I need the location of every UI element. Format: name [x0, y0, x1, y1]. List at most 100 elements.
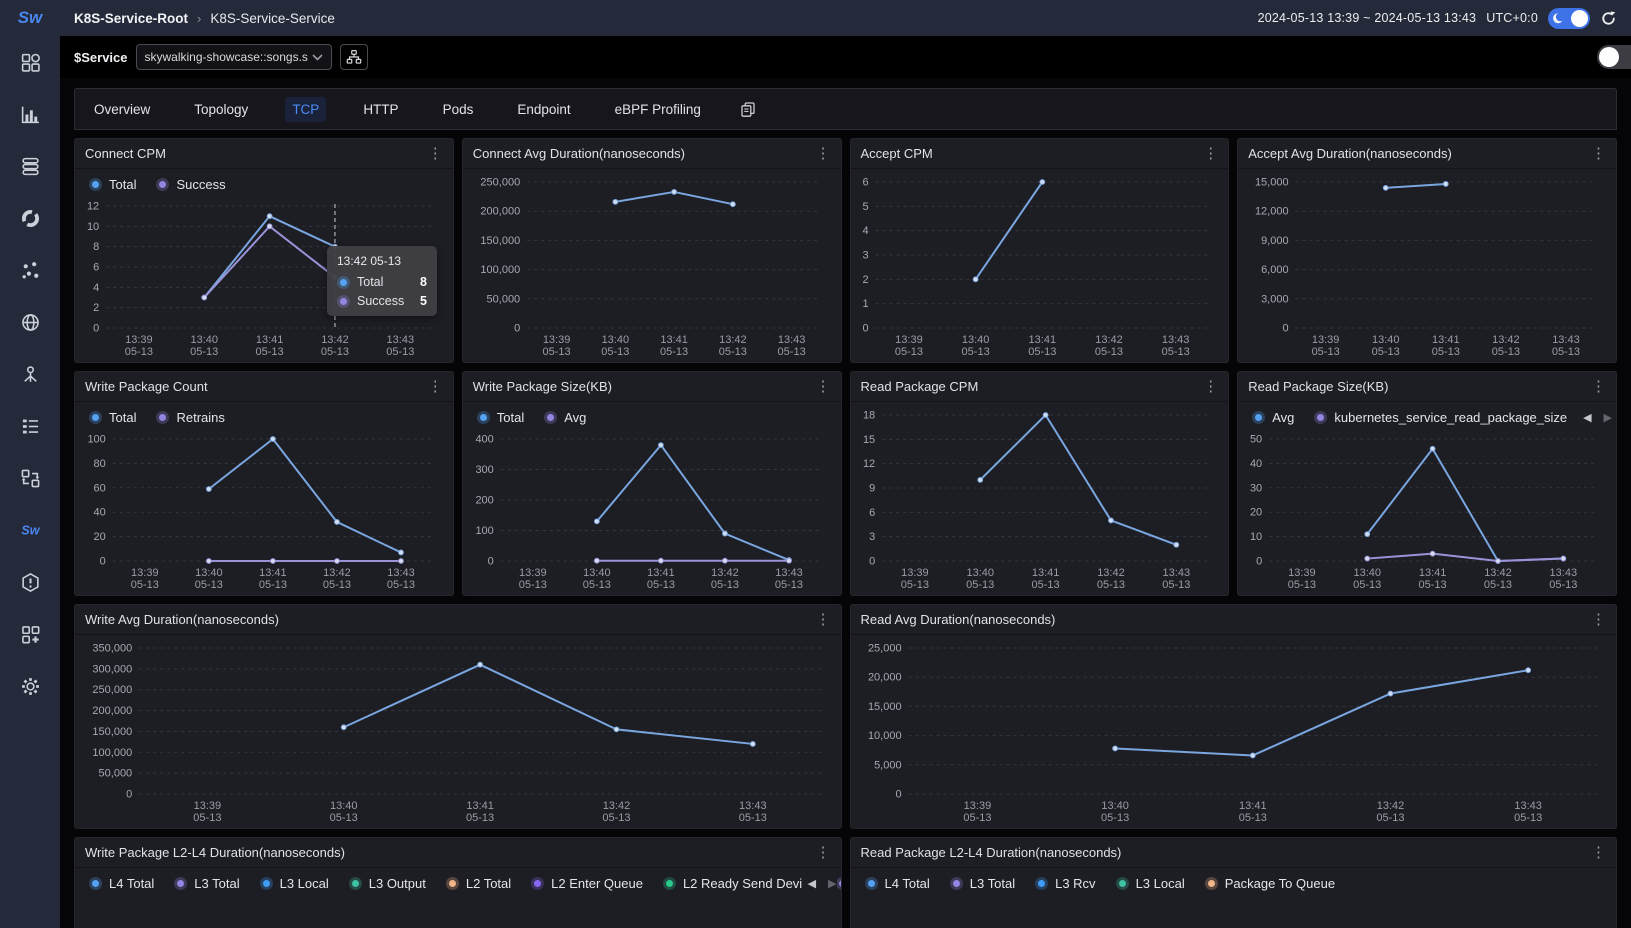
svg-text:0: 0: [862, 323, 868, 335]
svg-text:05-13: 05-13: [195, 579, 223, 591]
legend-item[interactable]: L2 Ready Send Device: [663, 876, 816, 891]
more-menu-icon[interactable]: ⋮: [1203, 379, 1218, 394]
svg-text:13:39: 13:39: [895, 334, 923, 346]
tab-pods[interactable]: Pods: [436, 97, 481, 122]
more-menu-icon[interactable]: ⋮: [1591, 379, 1606, 394]
svg-text:13:40: 13:40: [1101, 800, 1129, 812]
line-chart[interactable]: 03,0006,0009,00012,00015,00013:3905-1313…: [1240, 174, 1610, 360]
tab-ebpf-profiling[interactable]: eBPF Profiling: [608, 97, 708, 122]
more-menu-icon[interactable]: ⋮: [1203, 146, 1218, 161]
sidebar-item-marketplace-icon[interactable]: [0, 608, 60, 660]
sidebar-item-skywalking-icon[interactable]: Sw: [0, 504, 60, 556]
service-topology-button[interactable]: [340, 44, 368, 70]
legend-item[interactable]: Avg: [544, 410, 586, 425]
svg-text:9,000: 9,000: [1261, 235, 1289, 247]
legend-next-icon[interactable]: ▶: [1604, 411, 1612, 424]
more-menu-icon[interactable]: ⋮: [1591, 612, 1606, 627]
breadcrumb-root[interactable]: K8S-Service-Root: [74, 11, 188, 26]
legend-item[interactable]: Retrains: [156, 410, 224, 425]
marketplace-icon: [20, 624, 41, 645]
svg-text:200,000: 200,000: [480, 206, 520, 218]
more-menu-icon[interactable]: ⋮: [816, 845, 831, 860]
tab-tcp[interactable]: TCP: [285, 97, 326, 122]
more-menu-icon[interactable]: ⋮: [816, 146, 831, 161]
more-menu-icon[interactable]: ⋮: [428, 146, 443, 161]
sidebar-item-database-icon[interactable]: [0, 140, 60, 192]
legend-item[interactable]: L2 Enter Queue: [531, 876, 643, 891]
line-chart[interactable]: 050,000100,000150,000200,000250,000300,0…: [77, 640, 835, 826]
tab-topology[interactable]: Topology: [187, 97, 255, 122]
time-range[interactable]: 2024-05-13 13:39 ~ 2024-05-13 13:43: [1258, 11, 1477, 25]
legend-item[interactable]: Success: [156, 177, 225, 192]
legend-item[interactable]: L4 Total: [865, 876, 930, 891]
legend-item[interactable]: L4 Total: [89, 876, 154, 891]
sidebar-item-scatter-icon[interactable]: [0, 244, 60, 296]
line-chart[interactable]: 012345613:3905-1313:4005-1313:4105-1313:…: [853, 174, 1223, 360]
svg-text:5: 5: [862, 201, 868, 213]
more-menu-icon[interactable]: ⋮: [816, 379, 831, 394]
svg-text:05-13: 05-13: [1419, 579, 1447, 591]
line-chart[interactable]: 010020030040013:3905-1313:4005-1313:4105…: [465, 431, 835, 593]
copy-dashboard-icon[interactable]: [740, 101, 756, 117]
legend-item[interactable]: L2 Total: [446, 876, 511, 891]
legend-item[interactable]: L3 Local: [260, 876, 329, 891]
panel-title: Write Package Count: [85, 379, 208, 394]
legend-item[interactable]: Total: [477, 410, 524, 425]
sidebar-item-alert-shield-icon[interactable]: [0, 556, 60, 608]
line-chart[interactable]: 050,000100,000150,000200,000250,00013:39…: [465, 174, 835, 360]
more-menu-icon[interactable]: ⋮: [816, 612, 831, 627]
tab-endpoint[interactable]: Endpoint: [510, 97, 577, 122]
legend-item[interactable]: L3 Total: [950, 876, 1015, 891]
panel-title: Read Package Size(KB): [1248, 379, 1388, 394]
auto-refresh-toggle[interactable]: [1597, 45, 1631, 69]
svg-text:13:42: 13:42: [1492, 334, 1520, 346]
timezone[interactable]: UTC+0:0: [1486, 11, 1538, 25]
line-chart[interactable]: 02040608010013:3905-1313:4005-1313:4105-…: [77, 431, 447, 593]
sidebar-item-bar-chart-icon[interactable]: [0, 88, 60, 140]
legend-item[interactable]: Avg: [1252, 410, 1294, 425]
legend-item[interactable]: L3 Local: [1116, 876, 1185, 891]
svg-text:05-13: 05-13: [966, 579, 994, 591]
legend-prev-icon[interactable]: ◀: [808, 877, 816, 890]
sidebar-item-donut-chart-icon[interactable]: [0, 192, 60, 244]
legend-item[interactable]: kubernetes_service_read_package_size: [1314, 410, 1567, 425]
refresh-icon[interactable]: [1600, 10, 1617, 27]
legend-prev-icon[interactable]: ◀: [1583, 411, 1591, 424]
chart-legend: Avg kubernetes_service_read_package_size ◀…: [1238, 403, 1616, 431]
legend-item[interactable]: L3 Total: [174, 876, 239, 891]
svg-text:13:40: 13:40: [330, 800, 358, 812]
tab-overview[interactable]: Overview: [87, 97, 157, 122]
more-menu-icon[interactable]: ⋮: [1591, 146, 1606, 161]
svg-text:400: 400: [475, 434, 493, 446]
line-chart[interactable]: 05,00010,00015,00020,00025,00013:3905-13…: [853, 640, 1611, 826]
tab-http[interactable]: HTTP: [356, 97, 405, 122]
svg-text:05-13: 05-13: [542, 346, 570, 358]
sidebar-item-globe-icon[interactable]: [0, 296, 60, 348]
service-select[interactable]: skywalking-showcase::songs.s: [136, 44, 332, 70]
sidebar-item-tripod-icon[interactable]: [0, 348, 60, 400]
panel-accept-cpm: Accept CPM⋮012345613:3905-1313:4005-1313…: [850, 138, 1230, 363]
more-menu-icon[interactable]: ⋮: [428, 379, 443, 394]
skywalking-logo[interactable]: Sw: [0, 0, 60, 36]
legend-item[interactable]: Total: [89, 410, 136, 425]
dark-mode-toggle[interactable]: [1548, 8, 1590, 29]
legend-item[interactable]: Total: [89, 177, 136, 192]
legend-item[interactable]: L3 Output: [349, 876, 426, 891]
svg-text:0: 0: [1256, 556, 1262, 568]
line-chart[interactable]: 0102030405013:3905-1313:4005-1313:4105-1…: [1240, 431, 1610, 593]
sidebar-item-topology-swap-icon[interactable]: [0, 452, 60, 504]
svg-text:13:39: 13:39: [194, 800, 222, 812]
svg-text:9: 9: [869, 483, 875, 495]
sidebar-item-dashboard-icon[interactable]: [0, 36, 60, 88]
sidebar-item-log-list-icon[interactable]: [0, 400, 60, 452]
panel-write-package-count: Write Package Count ⋮ Total Retrains 0204060…: [74, 371, 454, 596]
legend-next-icon[interactable]: ▶: [828, 877, 836, 890]
line-chart[interactable]: 036912151813:3905-1313:4005-1313:4105-13…: [853, 407, 1223, 593]
legend-item[interactable]: L3 Rcv: [1035, 876, 1095, 891]
svg-text:100: 100: [475, 525, 493, 537]
sidebar-item-settings-gear-icon[interactable]: [0, 660, 60, 712]
legend-item[interactable]: Package To Queue: [1205, 876, 1335, 891]
breadcrumb-leaf[interactable]: K8S-Service-Service: [210, 11, 335, 26]
more-menu-icon[interactable]: ⋮: [1591, 845, 1606, 860]
svg-text:13:43: 13:43: [778, 334, 806, 346]
